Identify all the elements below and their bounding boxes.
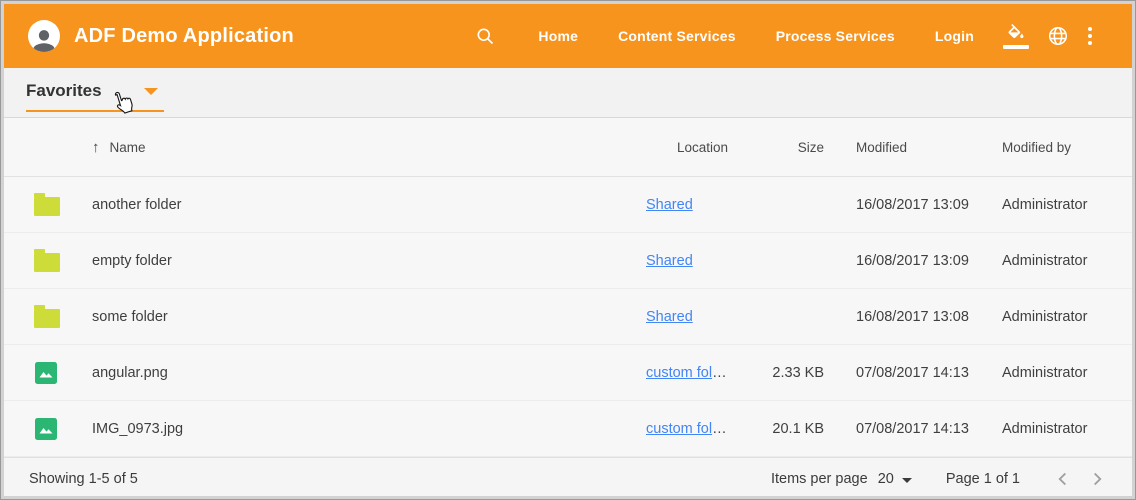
column-header-location[interactable]: Location xyxy=(622,140,728,155)
modified-by: Administrator xyxy=(972,197,1108,213)
image-file-icon xyxy=(34,361,58,385)
file-size: 20.1 KB xyxy=(728,421,824,437)
folder-icon xyxy=(34,309,60,328)
top-navigation: Home Content Services Process Services L… xyxy=(466,18,1102,55)
chevron-left-icon xyxy=(1052,468,1074,490)
search-icon xyxy=(475,26,495,46)
table-row[interactable]: IMG_0973.jpg custom folder 20.1 KB 07/08… xyxy=(4,401,1132,457)
page-status-label: Page 1 of 1 xyxy=(946,471,1020,487)
modified-date: 16/08/2017 13:09 xyxy=(824,253,972,269)
view-switcher-bar: Favorites xyxy=(4,68,1132,118)
modified-by: Administrator xyxy=(972,421,1108,437)
location-link[interactable]: Shared xyxy=(646,197,693,213)
column-header-size[interactable]: Size xyxy=(728,140,824,155)
modified-date: 07/08/2017 14:13 xyxy=(824,421,972,437)
location-link[interactable]: custom folder xyxy=(646,365,728,381)
file-name[interactable]: empty folder xyxy=(92,253,622,269)
table-row[interactable]: some folder Shared 16/08/2017 13:08 Admi… xyxy=(4,289,1132,345)
app-header: ADF Demo Application Home Content Servic… xyxy=(4,4,1132,68)
screenshot-frame: ADF Demo Application Home Content Servic… xyxy=(0,0,1136,500)
items-per-page-label: Items per page xyxy=(771,471,868,487)
column-header-modified-by[interactable]: Modified by xyxy=(972,140,1108,155)
file-size: 2.33 KB xyxy=(728,365,824,381)
nav-item-process-services[interactable]: Process Services xyxy=(756,18,915,54)
location-link[interactable]: Shared xyxy=(646,309,693,325)
location-link[interactable]: Shared xyxy=(646,253,693,269)
table-header-row: ↑ Name Location Size Modified Modified b… xyxy=(4,118,1132,177)
table-row[interactable]: angular.png custom folder 2.33 KB 07/08/… xyxy=(4,345,1132,401)
nav-item-login[interactable]: Login xyxy=(915,18,994,54)
more-vert-icon xyxy=(1088,27,1092,31)
chevron-right-icon xyxy=(1086,468,1108,490)
folder-icon xyxy=(34,197,60,216)
modified-date: 16/08/2017 13:08 xyxy=(824,309,972,325)
adf-app-window: ADF Demo Application Home Content Servic… xyxy=(4,4,1132,496)
column-header-modified[interactable]: Modified xyxy=(824,140,972,155)
modified-date: 16/08/2017 13:09 xyxy=(824,197,972,213)
more-options-button[interactable] xyxy=(1078,23,1102,49)
chevron-down-icon xyxy=(144,88,158,95)
document-list: ↑ Name Location Size Modified Modified b… xyxy=(4,118,1132,457)
theme-picker-button[interactable] xyxy=(994,18,1038,55)
sort-ascending-icon: ↑ xyxy=(92,139,100,156)
modified-by: Administrator xyxy=(972,309,1108,325)
next-page-button[interactable] xyxy=(1080,462,1114,496)
nav-item-content-services[interactable]: Content Services xyxy=(598,18,756,54)
dropdown-caret-icon xyxy=(902,478,912,483)
avatar[interactable] xyxy=(28,20,60,52)
language-button[interactable] xyxy=(1038,19,1078,53)
table-row[interactable]: another folder Shared 16/08/2017 13:09 A… xyxy=(4,177,1132,233)
theme-color-indicator xyxy=(1003,45,1029,49)
view-dropdown-label: Favorites xyxy=(26,81,102,101)
column-header-name[interactable]: ↑ Name xyxy=(92,139,622,156)
file-name[interactable]: angular.png xyxy=(92,365,622,381)
items-per-page-value: 20 xyxy=(878,471,894,487)
file-name[interactable]: another folder xyxy=(92,197,622,213)
folder-icon xyxy=(34,253,60,272)
nav-item-home[interactable]: Home xyxy=(518,18,598,54)
image-file-icon xyxy=(34,417,58,441)
file-name[interactable]: some folder xyxy=(92,309,622,325)
table-row[interactable]: empty folder Shared 16/08/2017 13:09 Adm… xyxy=(4,233,1132,289)
page-title: ADF Demo Application xyxy=(74,25,294,48)
file-name[interactable]: IMG_0973.jpg xyxy=(92,421,622,437)
pagination-bar: Showing 1-5 of 5 Items per page 20 Page … xyxy=(4,457,1132,496)
modified-by: Administrator xyxy=(972,365,1108,381)
globe-icon xyxy=(1047,25,1069,47)
showing-range-label: Showing 1-5 of 5 xyxy=(29,471,138,487)
search-button[interactable] xyxy=(466,20,504,52)
location-link[interactable]: custom folder xyxy=(646,421,728,437)
user-avatar-icon xyxy=(29,25,59,52)
modified-date: 07/08/2017 14:13 xyxy=(824,365,972,381)
paint-bucket-icon xyxy=(1003,24,1029,49)
previous-page-button[interactable] xyxy=(1046,462,1080,496)
modified-by: Administrator xyxy=(972,253,1108,269)
items-per-page: Items per page 20 xyxy=(771,471,912,487)
view-dropdown[interactable]: Favorites xyxy=(26,81,164,112)
items-per-page-select[interactable]: 20 xyxy=(878,471,912,487)
